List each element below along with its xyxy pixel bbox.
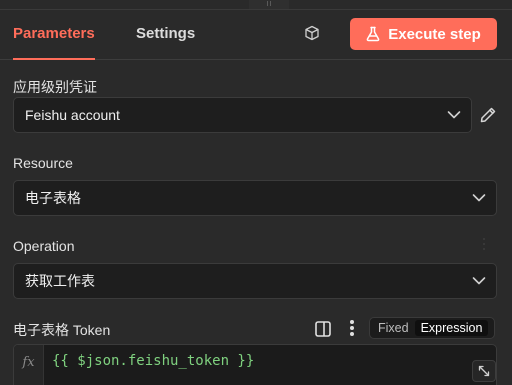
token-label: 电子表格 Token	[13, 322, 111, 338]
tab-settings[interactable]: Settings	[136, 24, 195, 60]
resource-label: Resource	[13, 155, 73, 171]
flask-icon	[366, 26, 380, 42]
operation-select[interactable]: 获取工作表	[13, 263, 497, 299]
panel-icon[interactable]	[314, 320, 332, 338]
credential-label: 应用级别凭证	[13, 79, 97, 95]
mode-expression-option[interactable]: Expression	[414, 320, 489, 336]
top-strip	[0, 0, 512, 12]
drag-handle[interactable]	[249, 0, 289, 10]
credential-value: Feishu account	[25, 107, 120, 123]
chevron-down-icon	[447, 111, 461, 119]
pencil-icon[interactable]	[479, 106, 497, 124]
tab-parameters[interactable]: Parameters	[13, 24, 95, 60]
chevron-down-icon	[472, 277, 486, 285]
operation-label: Operation	[13, 238, 75, 254]
mode-fixed-option[interactable]: Fixed	[372, 320, 415, 336]
execute-step-button[interactable]: Execute step	[350, 18, 497, 50]
expression-text[interactable]: {{ $json.feishu_token }}	[52, 353, 254, 369]
execute-step-label: Execute step	[388, 25, 481, 43]
top-divider-left	[0, 0, 249, 10]
kebab-menu-icon[interactable]	[350, 320, 356, 337]
resource-select[interactable]: 电子表格	[13, 180, 497, 216]
fixed-expression-toggle: Fixed Expression	[369, 317, 495, 339]
expand-icon[interactable]	[472, 360, 496, 382]
top-divider-right	[289, 0, 512, 10]
expression-editor[interactable]: fx {{ $json.feishu_token }}	[13, 344, 497, 385]
cube-icon[interactable]	[304, 25, 320, 41]
operation-value: 获取工作表	[25, 273, 95, 289]
fx-icon: fx	[14, 345, 44, 385]
credential-select[interactable]: Feishu account	[13, 97, 472, 133]
chevron-down-icon	[472, 194, 486, 202]
operation-options-icon[interactable]	[482, 238, 486, 254]
resource-value: 电子表格	[25, 190, 81, 206]
